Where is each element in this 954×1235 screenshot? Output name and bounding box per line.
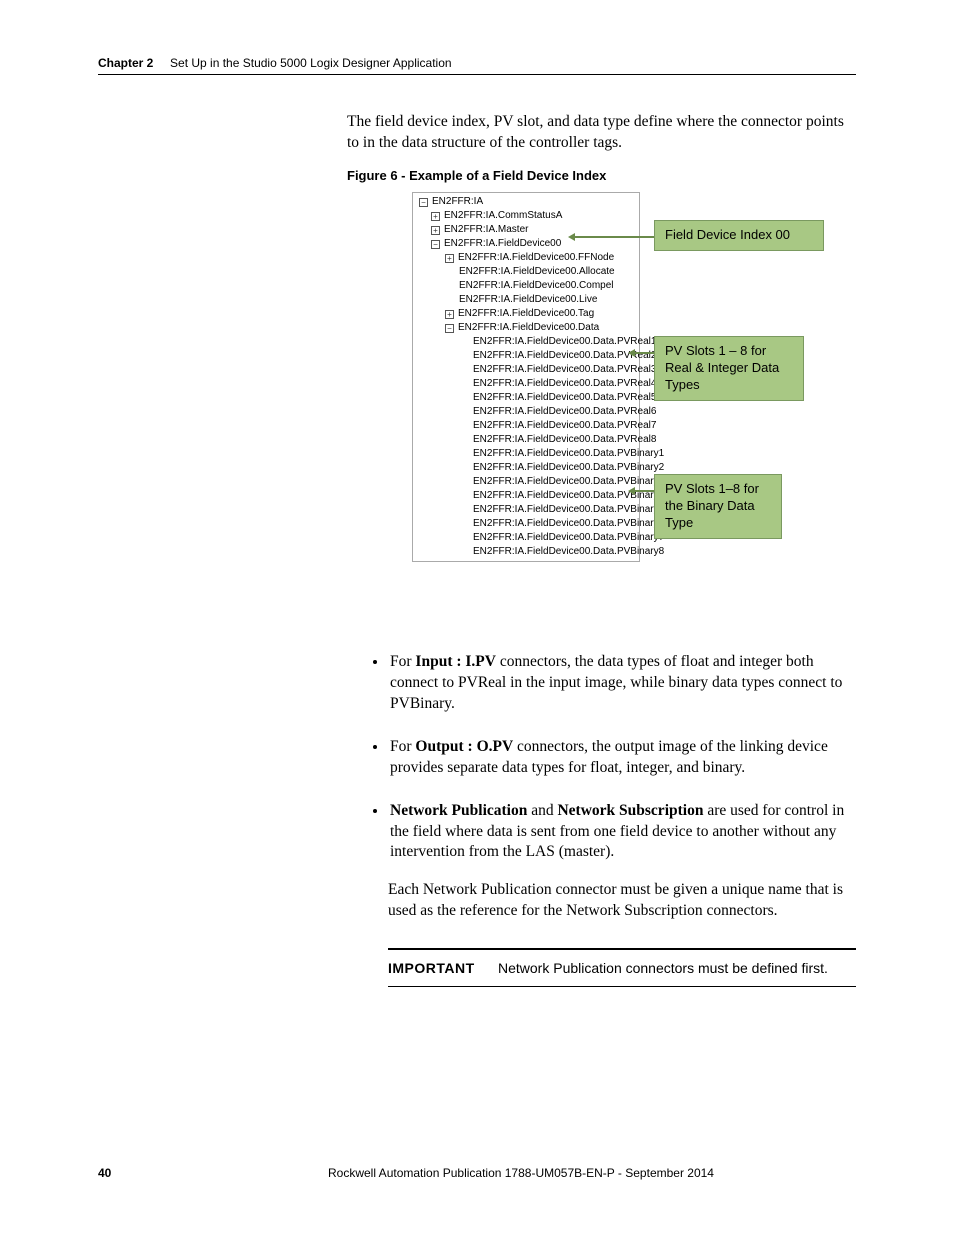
chapter-label: Chapter 2	[98, 56, 153, 70]
intro-paragraph: The field device index, PV slot, and dat…	[347, 112, 856, 154]
tag-tree: −EN2FFR:IA +EN2FFR:IA.CommStatusA +EN2FF…	[412, 192, 640, 562]
collapse-icon[interactable]: −	[445, 324, 454, 333]
expand-icon[interactable]: +	[431, 212, 440, 221]
tree-leaf[interactable]: EN2FFR:IA.FieldDevice00.Compel	[413, 279, 639, 293]
tree-node[interactable]: +EN2FFR:IA.FieldDevice00.FFNode	[413, 251, 639, 265]
callout-pv-real: PV Slots 1 – 8 for Real & Integer Data T…	[654, 336, 804, 401]
tree-leaf[interactable]: EN2FFR:IA.FieldDevice00.Data.PVReal6	[413, 405, 639, 419]
tree-leaf[interactable]: EN2FFR:IA.FieldDevice00.Data.PVBinary4	[413, 489, 639, 503]
expand-icon[interactable]: +	[445, 310, 454, 319]
tree-leaf[interactable]: EN2FFR:IA.FieldDevice00.Data.PVBinary3	[413, 475, 639, 489]
tree-node[interactable]: −EN2FFR:IA.FieldDevice00.Data	[413, 321, 639, 335]
tree-leaf[interactable]: EN2FFR:IA.FieldDevice00.Data.PVBinary8	[413, 545, 639, 559]
header-title: Set Up in the Studio 5000 Logix Designer…	[170, 56, 452, 70]
tree-node[interactable]: −EN2FFR:IA	[413, 195, 639, 209]
page-header: Chapter 2 Set Up in the Studio 5000 Logi…	[98, 56, 856, 75]
tree-leaf[interactable]: EN2FFR:IA.FieldDevice00.Data.PVBinary2	[413, 461, 639, 475]
list-item: For Input : I.PV connectors, the data ty…	[388, 652, 856, 715]
publication-info: Rockwell Automation Publication 1788-UM0…	[328, 1166, 856, 1180]
paragraph: Each Network Publication connector must …	[388, 880, 856, 922]
tree-node[interactable]: +EN2FFR:IA.CommStatusA	[413, 209, 639, 223]
tree-node[interactable]: +EN2FFR:IA.FieldDevice00.Tag	[413, 307, 639, 321]
callout-pv-binary: PV Slots 1–8 for the Binary Data Type	[654, 474, 782, 539]
collapse-icon[interactable]: −	[431, 240, 440, 249]
tree-node[interactable]: +EN2FFR:IA.Master	[413, 223, 639, 237]
list-item: Network Publication and Network Subscrip…	[388, 801, 856, 864]
tree-leaf[interactable]: EN2FFR:IA.FieldDevice00.Data.PVBinary1	[413, 447, 639, 461]
tree-leaf[interactable]: EN2FFR:IA.FieldDevice00.Data.PVBinary5	[413, 503, 639, 517]
tree-leaf[interactable]: EN2FFR:IA.FieldDevice00.Data.PVBinary6	[413, 517, 639, 531]
tree-node[interactable]: −EN2FFR:IA.FieldDevice00	[413, 237, 639, 251]
tree-leaf[interactable]: EN2FFR:IA.FieldDevice00.Data.PVReal7	[413, 419, 639, 433]
important-note: IMPORTANT Network Publication connectors…	[388, 948, 856, 987]
expand-icon[interactable]: +	[431, 226, 440, 235]
arrow-icon	[634, 352, 654, 354]
collapse-icon[interactable]: −	[419, 198, 428, 207]
important-label: IMPORTANT	[388, 960, 498, 976]
figure-caption: Figure 6 - Example of a Field Device Ind…	[347, 168, 606, 183]
page-number: 40	[98, 1166, 328, 1180]
expand-icon[interactable]: +	[445, 254, 454, 263]
tree-leaf[interactable]: EN2FFR:IA.FieldDevice00.Allocate	[413, 265, 639, 279]
bullet-list: For Input : I.PV connectors, the data ty…	[370, 652, 856, 885]
tree-leaf[interactable]: EN2FFR:IA.FieldDevice00.Data.PVReal5	[413, 391, 639, 405]
tree-leaf[interactable]: EN2FFR:IA.FieldDevice00.Data.PVReal2	[413, 349, 639, 363]
tree-leaf[interactable]: EN2FFR:IA.FieldDevice00.Live	[413, 293, 639, 307]
tree-leaf[interactable]: EN2FFR:IA.FieldDevice00.Data.PVReal1	[413, 335, 639, 349]
tree-leaf[interactable]: EN2FFR:IA.FieldDevice00.Data.PVReal3	[413, 363, 639, 377]
list-item: For Output : O.PV connectors, the output…	[388, 737, 856, 779]
arrow-icon	[574, 236, 654, 238]
important-text: Network Publication connectors must be d…	[498, 960, 828, 976]
page-footer: 40 Rockwell Automation Publication 1788-…	[98, 1166, 856, 1180]
tree-leaf[interactable]: EN2FFR:IA.FieldDevice00.Data.PVReal8	[413, 433, 639, 447]
callout-field-device-index: Field Device Index 00	[654, 220, 824, 251]
tree-leaf[interactable]: EN2FFR:IA.FieldDevice00.Data.PVBinary7	[413, 531, 639, 545]
tree-leaf[interactable]: EN2FFR:IA.FieldDevice00.Data.PVReal4	[413, 377, 639, 391]
figure-diagram: −EN2FFR:IA +EN2FFR:IA.CommStatusA +EN2FF…	[412, 192, 842, 622]
arrow-icon	[634, 490, 654, 492]
